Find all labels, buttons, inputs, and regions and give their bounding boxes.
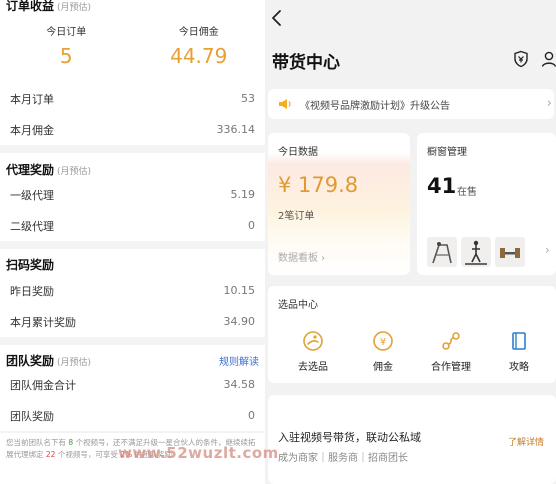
guide-button[interactable]: 攻略 xyxy=(484,330,554,373)
order-income-sub: (月预估) xyxy=(57,3,92,13)
level1-agent-label: 一级代理 xyxy=(10,188,54,202)
user-icon[interactable] xyxy=(541,50,556,68)
month-order-value: 53 xyxy=(241,92,255,105)
showcase-status: 在售 xyxy=(457,187,477,198)
level1-agent-value: 5.19 xyxy=(230,188,256,201)
today-amount: ¥ 179.8 xyxy=(278,173,359,197)
tool-label: 佣金 xyxy=(373,362,393,373)
today-commission-label: 今日佣金 xyxy=(178,27,219,38)
commission-button[interactable]: ¥ 佣金 xyxy=(348,330,418,373)
team-total-label: 团队佣金合计 xyxy=(10,378,76,392)
showcase-count: 41 xyxy=(427,174,457,198)
month-commission-row[interactable]: 本月佣金 336.14 xyxy=(0,114,265,145)
agent-reward-title: 代理奖励 xyxy=(6,163,55,177)
team-reward-title: 团队奖励 xyxy=(6,354,55,368)
month-total-reward-row[interactable]: 本月累计奖励 34.90 xyxy=(0,306,265,337)
earnings-panel: 订单收益 (月预估) 今日订单 5 今日佣金 44.79 本月订单 53 本月佣… xyxy=(0,0,265,484)
data-dashboard-link[interactable]: 数据看板 › xyxy=(278,249,325,264)
book-icon xyxy=(512,332,526,350)
chevron-right-icon: › xyxy=(546,96,552,111)
yen-coin-icon: ¥ xyxy=(373,331,393,351)
fitness-machine-icon xyxy=(432,242,452,264)
announcement-text: 《视频号品牌激励计划》升级公告 xyxy=(300,100,450,112)
yesterday-reward-value: 10.15 xyxy=(223,284,256,297)
sales-center-panel: 带货中心 《视频号品牌激励计划》升级公告 › 今日数据 ¥ 179.8 2笔订单… xyxy=(265,0,556,484)
level2-agent-row[interactable]: 二级代理 0 xyxy=(0,210,265,241)
product-thumbnail[interactable] xyxy=(461,237,491,267)
level1-agent-row[interactable]: 一级代理 5.19 xyxy=(0,179,265,210)
selection-center-title: 选品中心 xyxy=(278,300,318,311)
today-order-count: 2笔订单 xyxy=(278,211,315,222)
learn-more-button[interactable]: 了解详情 xyxy=(508,435,544,448)
product-thumbnail[interactable] xyxy=(427,237,457,267)
selection-center-card: 选品中心 去选品 ¥ 佣金 合作管理 攻略 xyxy=(268,286,556,383)
yesterday-reward-row[interactable]: 昨日奖励 10.15 xyxy=(0,275,265,306)
scan-reward-title: 扫码奖励 xyxy=(6,258,55,272)
page-title: 带货中心 xyxy=(272,53,340,73)
tool-label: 合作管理 xyxy=(431,362,471,373)
agent-reward-header: 代理奖励 (月预估) xyxy=(0,153,265,179)
month-order-label: 本月订单 xyxy=(10,92,54,106)
team-reward-label: 团队奖励 xyxy=(10,409,54,423)
month-total-reward-label: 本月累计奖励 xyxy=(10,315,76,329)
dumbbell-icon xyxy=(500,248,520,258)
announcement-bar[interactable]: 《视频号品牌激励计划》升级公告 › xyxy=(268,89,554,119)
tool-label: 去选品 xyxy=(298,362,328,373)
team-total-value: 34.58 xyxy=(223,378,256,391)
today-commission-value: 44.79 xyxy=(170,44,228,68)
team-reward-header: 团队奖励 (月预估) 规则解读 xyxy=(0,345,265,369)
yesterday-reward-label: 昨日奖励 xyxy=(10,284,54,298)
team-total-row[interactable]: 团队佣金合计 34.58 xyxy=(0,369,265,400)
showcase-card[interactable]: 橱窗管理 41 在售 › xyxy=(417,133,556,275)
join-promo-card[interactable]: 入驻视频号带货，联动公私域 成为商家｜服务商｜招商团长 了解详情 xyxy=(268,395,556,484)
link-node-icon xyxy=(442,332,460,350)
today-order-label: 今日订单 xyxy=(46,27,87,38)
today-order-stat[interactable]: 今日订单 5 xyxy=(0,19,133,75)
order-income-title: 订单收益 xyxy=(6,0,55,13)
go-select-button[interactable]: 去选品 xyxy=(278,330,348,373)
month-commission-label: 本月佣金 xyxy=(10,123,54,137)
treadmill-icon xyxy=(465,240,487,265)
product-thumbnail[interactable] xyxy=(495,237,525,267)
month-total-reward-value: 34.90 xyxy=(223,315,256,328)
site-watermark: www.52wuzlt.com xyxy=(118,444,279,462)
selection-icon xyxy=(303,331,323,351)
cooperation-button[interactable]: 合作管理 xyxy=(416,330,486,373)
level2-agent-label: 二级代理 xyxy=(10,219,54,233)
scan-reward-header: 扫码奖励 xyxy=(0,249,265,275)
level2-agent-value: 0 xyxy=(248,219,255,232)
back-arrow-icon[interactable] xyxy=(268,8,286,28)
showcase-title: 橱窗管理 xyxy=(427,147,467,158)
month-commission-value: 336.14 xyxy=(216,123,256,136)
team-reward-value: 0 xyxy=(248,409,255,422)
svg-text:¥: ¥ xyxy=(380,337,386,348)
tool-label: 攻略 xyxy=(509,362,529,373)
team-reward-row[interactable]: 团队奖励 0 xyxy=(0,400,265,431)
agent-reward-sub: (月预估) xyxy=(57,167,92,177)
today-stats: 今日订单 5 今日佣金 44.79 xyxy=(0,17,265,75)
shield-icon[interactable] xyxy=(513,50,529,68)
today-commission-stat[interactable]: 今日佣金 44.79 xyxy=(133,19,266,75)
month-order-row[interactable]: 本月订单 53 xyxy=(0,83,265,114)
today-data-card[interactable]: 今日数据 ¥ 179.8 2笔订单 数据看板 › xyxy=(268,133,410,275)
join-title: 入驻视频号带货，联动公私域 xyxy=(278,431,421,444)
today-order-value: 5 xyxy=(59,44,73,68)
chevron-right-icon: › xyxy=(545,243,550,257)
today-data-title: 今日数据 xyxy=(278,147,318,158)
order-income-header: 订单收益 (月预估) xyxy=(0,0,265,17)
speaker-icon xyxy=(279,99,291,109)
join-subtitle: 成为商家｜服务商｜招商团长 xyxy=(278,453,408,464)
team-reward-sub: (月预估) xyxy=(57,358,92,368)
rules-link[interactable]: 规则解读 xyxy=(219,353,259,368)
